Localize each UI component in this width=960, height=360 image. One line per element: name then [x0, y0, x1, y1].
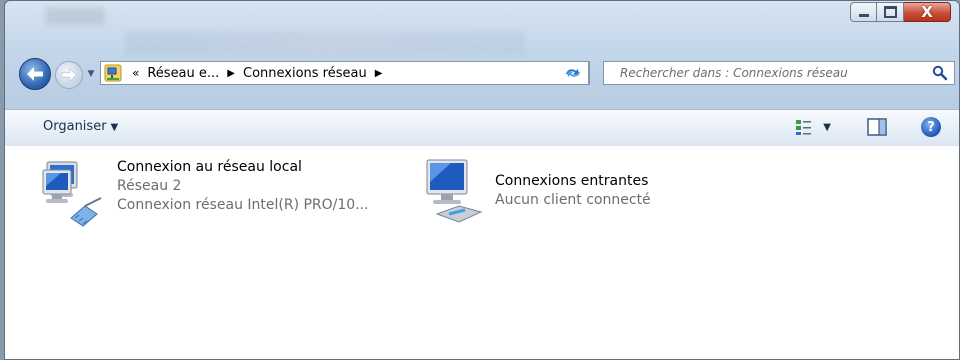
search-icon[interactable] — [932, 65, 948, 81]
breadcrumb-item[interactable]: Connexions réseau — [243, 66, 367, 81]
breadcrumb-overflow[interactable]: « — [132, 66, 139, 80]
maximize-icon — [883, 6, 897, 18]
organize-menu-button[interactable]: Organiser ▼ — [43, 119, 118, 134]
command-bar: Organiser ▼ ▼ ? — [5, 109, 959, 147]
breadcrumb-separator-icon[interactable]: ▶ — [375, 68, 383, 79]
address-bar[interactable]: « Réseau e... ▶ Connexions réseau ▶ ▼ — [100, 61, 590, 85]
connection-name: Connexions entrantes — [495, 173, 649, 189]
preview-pane-button[interactable] — [867, 118, 887, 140]
connection-details: Connexion au réseau local Réseau 2 Conne… — [117, 158, 369, 230]
search-box[interactable] — [603, 61, 955, 85]
breadcrumb-item[interactable]: Réseau e... — [147, 66, 219, 81]
connection-status: Aucun client connecté — [495, 192, 651, 208]
caption-buttons: X — [850, 2, 951, 22]
recent-pages-dropdown[interactable]: ▼ — [85, 67, 97, 81]
incoming-connections-icon — [426, 159, 483, 223]
back-arrow-icon — [27, 67, 43, 81]
change-view-button[interactable]: ▼ — [795, 118, 831, 136]
titlebar-background-blur — [125, 31, 525, 55]
connection-name: Connexion au réseau local — [117, 159, 302, 175]
network-connections-icon — [104, 64, 122, 82]
help-icon: ? — [927, 119, 935, 135]
refresh-button[interactable] — [557, 61, 589, 85]
view-options-icon — [796, 120, 812, 135]
refresh-icon — [565, 69, 580, 77]
organize-label: Organiser — [43, 119, 107, 134]
content-area: Connexion au réseau local Réseau 2 Conne… — [5, 146, 959, 359]
connection-details: Connexions entrantes Aucun client connec… — [495, 172, 651, 230]
connection-adapter: Connexion réseau Intel(R) PRO/10... — [117, 197, 369, 213]
breadcrumb-separator-icon[interactable]: ▶ — [227, 68, 235, 79]
maximize-button[interactable] — [877, 2, 904, 22]
connection-network: Réseau 2 — [117, 178, 182, 194]
preview-pane-icon — [867, 118, 887, 136]
help-button[interactable]: ? — [921, 117, 941, 137]
back-button[interactable] — [19, 58, 51, 90]
titlebar-background — [45, 7, 105, 25]
chevron-down-icon: ▼ — [110, 122, 119, 133]
close-icon: X — [921, 2, 933, 21]
forward-arrow-icon — [61, 68, 77, 82]
minimize-icon — [858, 13, 869, 17]
search-input[interactable] — [618, 65, 932, 81]
lan-connection-icon — [42, 161, 102, 227]
connection-item-incoming[interactable]: Connexions entrantes Aucun client connec… — [419, 158, 651, 230]
chevron-down-icon: ▼ — [87, 69, 95, 79]
close-button[interactable]: X — [904, 2, 951, 22]
explorer-window: X ▼ « Réseau e... ▶ Connexions réseau ▶ … — [4, 0, 960, 360]
forward-button[interactable] — [55, 61, 83, 89]
connection-item-local[interactable]: Connexion au réseau local Réseau 2 Conne… — [41, 158, 369, 230]
chevron-down-icon: ▼ — [823, 121, 831, 133]
minimize-button[interactable] — [850, 2, 877, 22]
